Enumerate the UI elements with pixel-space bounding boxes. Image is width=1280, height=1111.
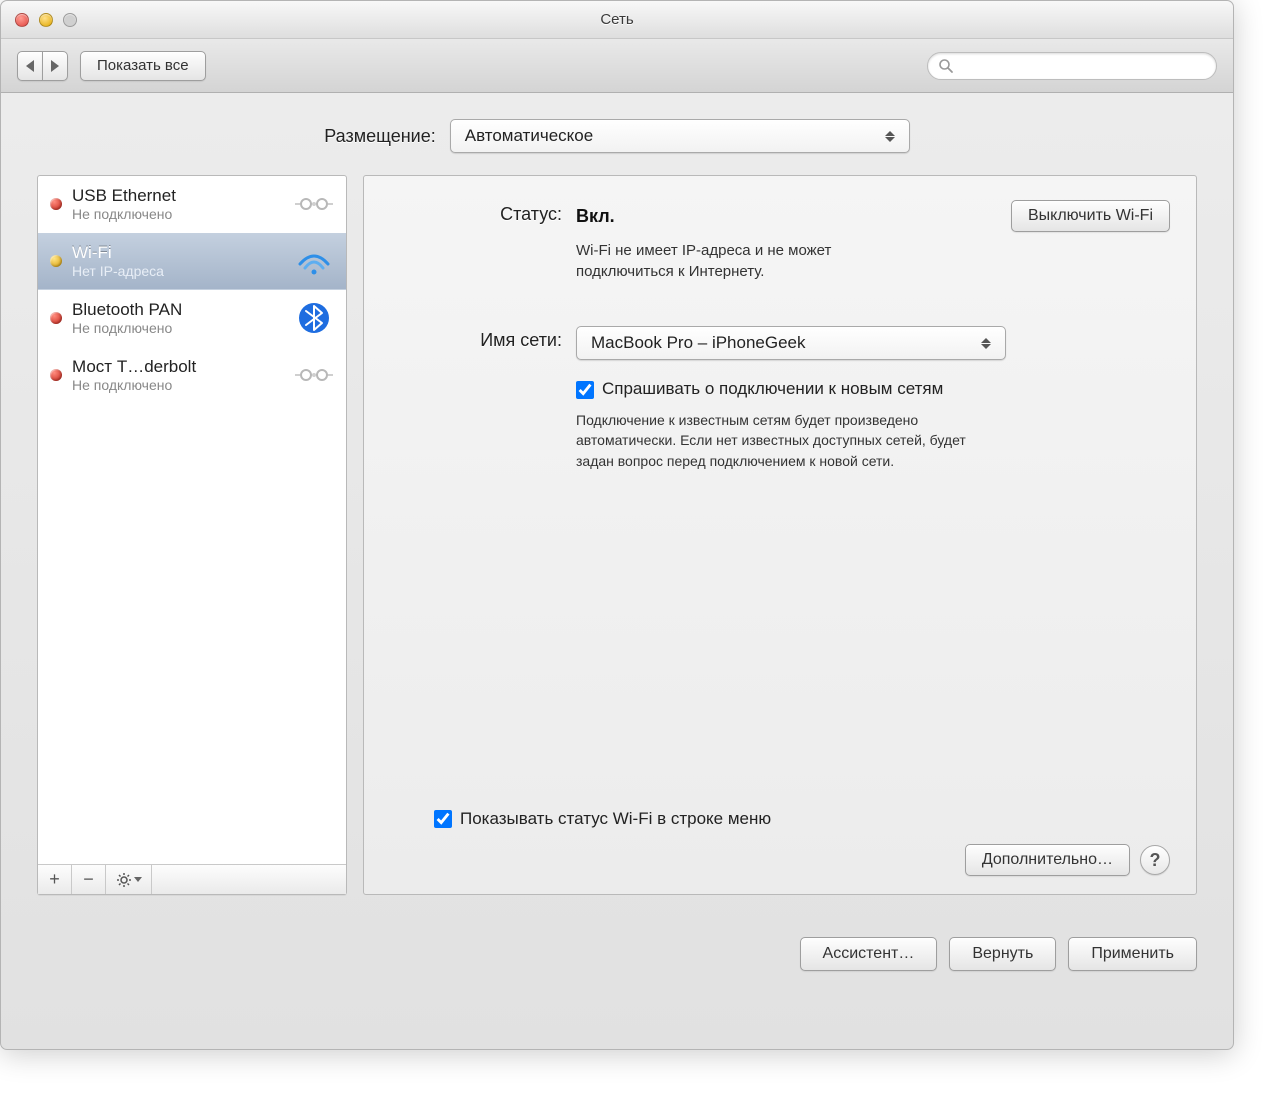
network-label: Имя сети:	[386, 326, 576, 351]
chevron-left-icon	[26, 60, 34, 72]
service-list[interactable]: USB Ethernet Не подключено Wi-Fi Нет IP-…	[38, 176, 346, 864]
titlebar: Сеть	[1, 1, 1233, 39]
status-dot-icon	[50, 255, 62, 267]
assist-button[interactable]: Ассистент…	[800, 937, 938, 971]
service-status: Не подключено	[72, 206, 282, 222]
service-status: Нет IP-адреса	[72, 263, 282, 279]
service-actions-button[interactable]	[106, 865, 152, 894]
ethernet-icon	[292, 360, 336, 390]
help-button[interactable]: ?	[1140, 845, 1170, 875]
wifi-icon	[292, 246, 336, 276]
ethernet-icon	[292, 189, 336, 219]
sidebar-item-bluetooth-pan[interactable]: Bluetooth PAN Не подключено	[38, 290, 346, 347]
status-dot-icon	[50, 198, 62, 210]
search-icon	[938, 58, 954, 74]
window-title: Сеть	[1, 11, 1233, 28]
show-menubar-row: Показывать статус Wi-Fi в строке меню	[434, 808, 1170, 830]
status-dot-icon	[50, 312, 62, 324]
sidebar: USB Ethernet Не подключено Wi-Fi Нет IP-…	[37, 175, 347, 895]
service-status: Не подключено	[72, 320, 282, 336]
location-popup[interactable]: Автоматическое	[450, 119, 910, 153]
status-dot-icon	[50, 369, 62, 381]
ask-new-networks-label: Спрашивать о подключении к новым сетям	[602, 378, 943, 400]
toolbar: Показать все	[1, 39, 1233, 93]
search-field[interactable]	[927, 52, 1217, 80]
popup-stepper-icon	[981, 331, 999, 355]
forward-button[interactable]	[42, 51, 68, 81]
show-menubar-label: Показывать статус Wi-Fi в строке меню	[460, 808, 771, 830]
location-label: Размещение:	[324, 126, 435, 147]
apply-button[interactable]: Применить	[1068, 937, 1197, 971]
service-name: Bluetooth PAN	[72, 300, 282, 320]
toggle-wifi-button[interactable]: Выключить Wi-Fi	[1011, 200, 1170, 232]
service-status: Не подключено	[72, 377, 282, 393]
status-row: Статус: Вкл. Выключить Wi-Fi Wi-Fi не им…	[386, 200, 1170, 282]
footer-buttons: Ассистент… Вернуть Применить	[1, 915, 1233, 971]
status-label: Статус:	[386, 200, 576, 225]
sidebar-item-usb-ethernet[interactable]: USB Ethernet Не подключено	[38, 176, 346, 233]
remove-service-button[interactable]: −	[72, 865, 106, 894]
sidebar-item-wifi[interactable]: Wi-Fi Нет IP-адреса	[38, 233, 346, 290]
columns: USB Ethernet Не подключено Wi-Fi Нет IP-…	[37, 175, 1197, 895]
service-name: USB Ethernet	[72, 186, 282, 206]
show-all-button[interactable]: Показать все	[80, 51, 206, 81]
network-preferences-window: Сеть Показать все Размещение: Автоматиче…	[0, 0, 1234, 1050]
location-row: Размещение: Автоматическое	[37, 119, 1197, 153]
sidebar-item-thunderbolt-bridge[interactable]: Мост T…derbolt Не подключено	[38, 347, 346, 404]
service-name: Мост T…derbolt	[72, 357, 282, 377]
ask-new-networks-checkbox[interactable]	[576, 381, 594, 399]
back-button[interactable]	[17, 51, 42, 81]
status-value: Вкл.	[576, 206, 615, 227]
content-area: Размещение: Автоматическое USB Ethernet …	[1, 93, 1233, 915]
status-description: Wi-Fi не имеет IP-адреса и не может подк…	[576, 240, 996, 282]
gear-icon	[116, 872, 132, 888]
chevron-down-icon	[134, 877, 142, 882]
show-menubar-checkbox[interactable]	[434, 810, 452, 828]
network-name-popup[interactable]: MacBook Pro – iPhoneGeek	[576, 326, 1006, 360]
network-name-value: MacBook Pro – iPhoneGeek	[591, 333, 806, 353]
revert-button[interactable]: Вернуть	[949, 937, 1056, 971]
service-name: Wi-Fi	[72, 243, 282, 263]
detail-pane: Статус: Вкл. Выключить Wi-Fi Wi-Fi не им…	[363, 175, 1197, 895]
add-service-button[interactable]: +	[38, 865, 72, 894]
popup-stepper-icon	[885, 124, 903, 148]
sidebar-footer: + −	[38, 864, 346, 894]
detail-bottom-buttons: Дополнительно… ?	[386, 844, 1170, 876]
advanced-button[interactable]: Дополнительно…	[965, 844, 1130, 876]
nav-buttons	[17, 51, 68, 81]
chevron-right-icon	[51, 60, 59, 72]
ask-new-networks-description: Подключение к известным сетям будет прои…	[576, 410, 996, 471]
location-value: Автоматическое	[465, 126, 593, 146]
bluetooth-icon	[292, 301, 336, 335]
network-name-row: Имя сети: MacBook Pro – iPhoneGeek Спраш…	[386, 326, 1170, 471]
